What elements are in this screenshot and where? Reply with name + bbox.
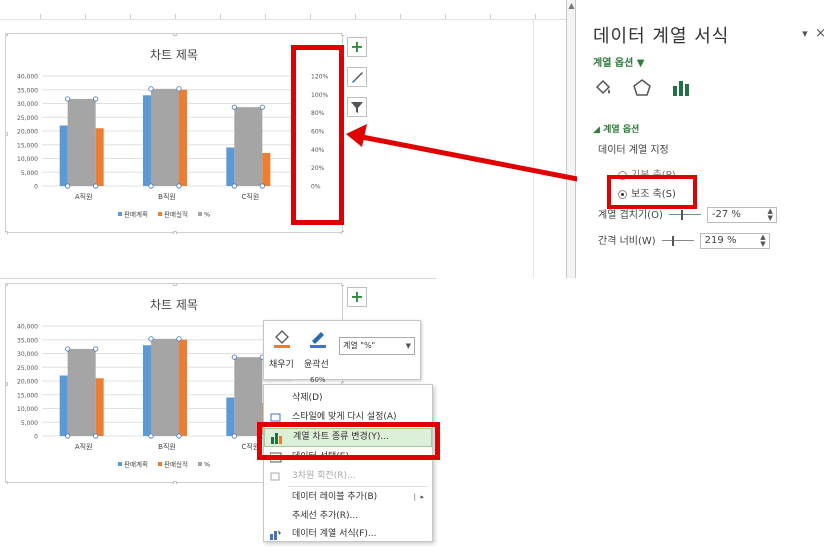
selection-handle (176, 433, 182, 439)
bar-plan (143, 345, 151, 436)
x-tick-label: B직원 (158, 442, 176, 451)
selection-handle (231, 433, 237, 439)
series-options-dropdown[interactable]: 계열 옵션 ▼ (593, 54, 644, 69)
menu-item-3d-rotation[interactable]: 3차원 회전(R)... (264, 467, 432, 486)
selection-handle (93, 433, 99, 439)
pen-icon (310, 332, 326, 348)
close-icon[interactable]: × (815, 26, 826, 41)
pane-title: 데이터 계열 서식 (593, 26, 730, 47)
context-menu: 삭제(D) 스타일에 맞게 다시 설정(A) 계열 차트 종류 변경(Y)...… (263, 384, 433, 542)
y-tick-label: 10,000 (17, 406, 38, 413)
spinner-arrows-icon: ▲ ▼ (760, 233, 766, 248)
legend-swatch (118, 462, 122, 466)
change-chart-type-highlight (257, 422, 440, 460)
collapse-icon: ◢ (593, 125, 604, 135)
legend-swatch (158, 462, 162, 466)
menu-item-add-data-labels[interactable]: 데이터 레이블 추가(B) | ▸ (264, 488, 432, 507)
overlap-spinner[interactable]: -27 % ▲ ▼ (706, 207, 777, 223)
fill-label: 채우기 (269, 360, 294, 370)
gap-spinner[interactable]: 219 % ▲ ▼ (699, 233, 770, 249)
y-tick-label: 15,000 (17, 392, 38, 399)
bar-pct (67, 348, 96, 436)
mini-toolbar: 채우기 윤곽선 계열 "%" ▼ (263, 320, 421, 380)
3d-rotation-icon (270, 471, 282, 482)
chart-frame-handle (172, 480, 178, 484)
menu-item-add-trendline[interactable]: 추세선 추가(R)... (264, 507, 432, 526)
bar-plan (59, 375, 68, 436)
gap-width-row: 간격 너비(W) 219 % ▲ ▼ (598, 232, 770, 249)
chart-frame-handle (6, 381, 9, 387)
chart-frame-handle (340, 284, 344, 287)
spinner-arrows-icon: ▲ ▼ (767, 207, 773, 222)
y-tick-label: 20,000 (17, 379, 38, 386)
selection-handle (148, 433, 154, 439)
series-options-icon[interactable] (671, 78, 691, 102)
y-tick-label: 0 (34, 434, 38, 441)
x-tick-label: A직원 (75, 442, 93, 451)
y-tick-label: 25,000 (17, 365, 38, 372)
submenu-arrow-icon: | ▸ (413, 493, 424, 501)
selection-handle (231, 354, 237, 360)
y-tick-label: 35,000 (17, 337, 38, 344)
chevron-down-icon: ▼ (405, 342, 411, 350)
legend-label: 판매실적 (164, 460, 188, 469)
legend-label: % (204, 461, 210, 469)
legend-swatch (198, 462, 202, 466)
chart-elements-button[interactable]: + (347, 287, 367, 307)
selection-handle (93, 346, 99, 352)
y-tick-label: 30,000 (17, 351, 38, 358)
series-options-section[interactable]: ◢ 계열 옵션 (593, 122, 639, 135)
overlap-slider[interactable] (668, 210, 701, 220)
selection-handle (176, 336, 182, 342)
series-select[interactable]: 계열 "%" ▼ (339, 337, 415, 355)
bar-actual (95, 378, 104, 436)
paint-bucket-icon (274, 330, 290, 348)
y-tick-label: 40,000 (17, 324, 38, 331)
chart-frame-handle (6, 480, 9, 484)
chart-frame-handle (172, 284, 178, 287)
outline-button[interactable] (308, 327, 330, 353)
chart-frame-handle (6, 284, 9, 287)
fill-button[interactable] (272, 327, 294, 353)
gap-slider[interactable] (661, 236, 694, 246)
menu-item-delete[interactable]: 삭제(D) (264, 389, 432, 408)
bar-actual (179, 339, 187, 436)
bar-pct (151, 338, 179, 436)
selection-handle (65, 346, 71, 352)
effects-icon[interactable] (632, 78, 652, 102)
secondary-axis-tick-partial: 60% (310, 376, 326, 384)
pane-options-icon[interactable]: ▾ (802, 27, 808, 40)
y-tick-label: 5,000 (21, 420, 38, 427)
selection-handle (148, 336, 154, 342)
plot-series-on-label: 데이터 계열 지정 (598, 145, 669, 156)
menu-item-format-data-series[interactable]: 데이터 계열 서식(F)... (264, 525, 432, 544)
legend-label: 판매계획 (124, 460, 148, 469)
format-series-icon (270, 529, 282, 540)
secondary-axis-radio-highlight (607, 175, 697, 209)
format-data-series-pane: 데이터 계열 서식 ▾ × 계열 옵션 ▼ ◢ 계열 옵션 데이터 계열 지정 … (577, 0, 834, 278)
selection-handle (65, 433, 71, 439)
outline-label: 윤곽선 (304, 360, 329, 370)
fill-line-icon[interactable] (593, 78, 613, 102)
plus-icon: + (350, 287, 364, 306)
bar-plan (226, 397, 235, 436)
